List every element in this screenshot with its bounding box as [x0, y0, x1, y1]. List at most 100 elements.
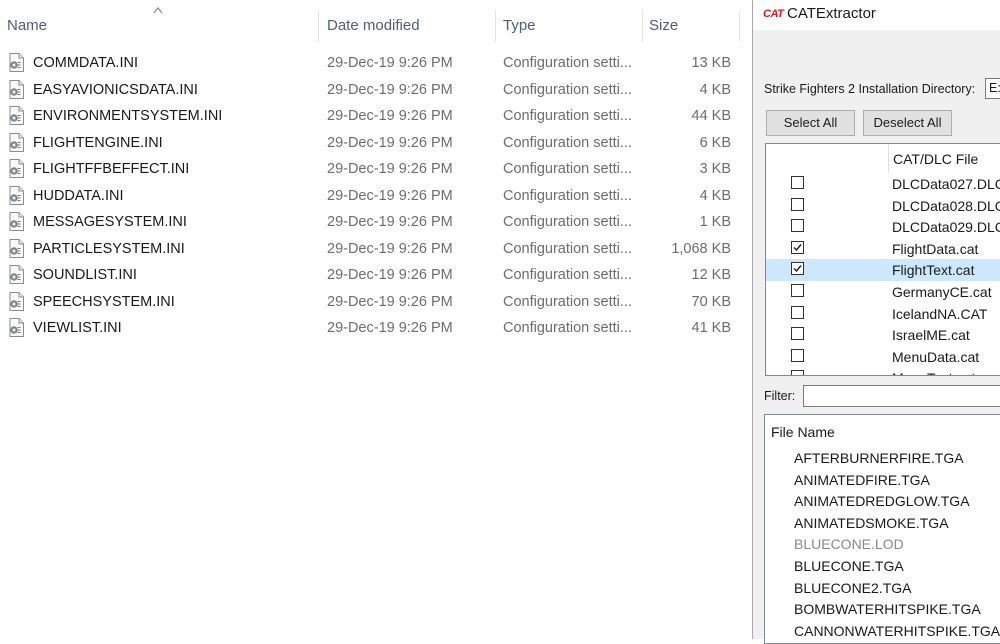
file-list-item[interactable]: BLUECONE.LOD — [794, 536, 904, 552]
catextractor-window: CAT CATExtractor Strike Fighters 2 Insta… — [752, 0, 1000, 644]
file-row[interactable]: HUDDATA.INI 29-Dec-19 9:26 PM Configuratio… — [0, 183, 752, 209]
column-header-name-label: Name — [7, 17, 48, 34]
file-date-modified: 29-Dec-19 9:26 PM — [327, 81, 453, 98]
column-divider[interactable] — [739, 10, 740, 42]
file-list-item[interactable]: AFTERBURNERFIRE.TGA — [794, 450, 964, 466]
file-type: Configuration setti... — [503, 161, 632, 177]
column-header-size[interactable]: Size — [643, 0, 739, 48]
cat-file-row[interactable]: MenuData.cat — [766, 346, 1000, 368]
file-date-modified: 29-Dec-19 9:26 PM — [327, 55, 453, 71]
file-row[interactable]: FLIGHTFFBEFFECT.INI 29-Dec-19 9:26 PM Conf… — [0, 156, 752, 182]
cat-file-list[interactable]: CAT/DLC File DLCData027.DLC DLCData028.DL… — [765, 143, 1000, 376]
filter-label: Filter: — [764, 389, 796, 403]
cat-file-row[interactable]: DLCData027.DLC — [766, 173, 1000, 195]
file-type: Configuration setti... — [503, 293, 632, 310]
file-type: Configuration setti... — [503, 81, 632, 98]
checkbox-unchecked[interactable] — [791, 284, 804, 297]
file-size: 6 KB — [699, 134, 731, 151]
file-date-modified: 29-Dec-19 9:26 PM — [327, 267, 453, 283]
file-type: Configuration setti... — [503, 214, 632, 230]
cat-file-label: DLCData028.DLC — [892, 197, 1000, 214]
checkbox-unchecked[interactable] — [791, 305, 804, 319]
config-file-icon — [8, 53, 25, 72]
file-name: EASYAVIONICSDATA.INI — [33, 81, 198, 98]
file-row[interactable]: MESSAGESYSTEM.INI 29-Dec-19 9:26 PM Config… — [0, 209, 752, 235]
file-date-modified: 29-Dec-19 9:26 PM — [327, 293, 453, 310]
cat-file-row[interactable]: MenuText.cat — [766, 367, 1000, 375]
cat-file-row[interactable]: FlightData.cat — [766, 238, 1000, 260]
file-date-modified: 29-Dec-19 9:26 PM — [327, 240, 453, 257]
file-row[interactable]: EASYAVIONICSDATA.INI 29-Dec-19 9:26 PM Con… — [0, 77, 752, 103]
file-size: 1 KB — [699, 214, 731, 230]
cat-file-label: IsraelME.cat — [892, 327, 970, 344]
install-directory-input[interactable]: E: — [985, 78, 1000, 99]
column-divider[interactable] — [888, 144, 889, 173]
file-type: Configuration setti... — [503, 55, 632, 71]
config-file-icon — [8, 79, 25, 99]
cat-file-label: GermanyCE.cat — [892, 284, 992, 300]
column-header-type[interactable]: Type — [496, 0, 642, 48]
checkbox-unchecked[interactable] — [791, 176, 804, 189]
file-list-item[interactable]: BOMBWATERHITSPIKE.TGA — [794, 601, 981, 617]
file-row[interactable]: VIEWLIST.INI 29-Dec-19 9:26 PM Configurati… — [0, 315, 752, 341]
title-bar[interactable]: CAT CATExtractor — [753, 0, 1000, 30]
cat-file-row[interactable]: DLCData029.DLC — [766, 216, 1000, 238]
deselect-all-button[interactable]: Deselect All — [863, 110, 952, 136]
cat-file-row[interactable]: GermanyCE.cat — [766, 281, 1000, 303]
checkbox-unchecked[interactable] — [791, 327, 804, 341]
file-list-header[interactable]: File Name — [771, 424, 835, 440]
file-type: Configuration setti... — [503, 320, 632, 336]
file-name: SPEECHSYSTEM.INI — [33, 293, 175, 310]
extracted-file-list[interactable]: File Name AFTERBURNERFIRE.TGA ANIMATEDFIR… — [764, 414, 1000, 644]
file-list-item[interactable]: ANIMATEDREDGLOW.TGA — [794, 493, 970, 509]
config-file-icon — [8, 106, 25, 125]
file-row[interactable]: PARTICLESYSTEM.INI 29-Dec-19 9:26 PM Confi… — [0, 236, 752, 262]
cat-file-row[interactable]: IcelandNA.CAT — [766, 303, 1000, 325]
file-row[interactable]: COMMDATA.INI 29-Dec-19 9:26 PM Configurati… — [0, 50, 752, 76]
cat-file-row[interactable]: DLCData028.DLC — [766, 195, 1000, 217]
config-file-icon — [8, 159, 25, 178]
select-all-button[interactable]: Select All — [766, 110, 855, 136]
column-header-name[interactable]: Name — [0, 0, 318, 48]
file-type: Configuration setti... — [503, 134, 632, 151]
config-file-icon — [8, 212, 25, 231]
file-row[interactable]: ENVIRONMENTSYSTEM.INI 29-Dec-19 9:26 PM Co… — [0, 103, 752, 129]
file-row[interactable]: FLIGHTENGINE.INI 29-Dec-19 9:26 PM Configu… — [0, 130, 752, 156]
column-header-date[interactable]: Date modified — [319, 0, 495, 48]
config-file-icon — [8, 265, 25, 284]
file-name: MESSAGESYSTEM.INI — [33, 214, 187, 230]
cat-file-row[interactable]: IsraelME.cat — [766, 324, 1000, 346]
file-list-item[interactable]: ANIMATEDSMOKE.TGA — [794, 515, 949, 531]
config-file-icon — [8, 238, 25, 258]
file-size: 12 KB — [691, 267, 732, 283]
config-file-icon — [8, 318, 25, 337]
cat-file-row[interactable]: FlightText.cat — [766, 259, 1000, 281]
checkbox-checked[interactable] — [791, 240, 804, 254]
file-type: Configuration setti... — [503, 108, 632, 124]
window-title: CATExtractor — [787, 5, 876, 22]
file-list-item[interactable]: CANNONWATERHITSPIKE.TGA — [794, 623, 1000, 639]
file-list-item[interactable]: BLUECONE.TGA — [794, 558, 904, 574]
file-name: VIEWLIST.INI — [33, 320, 122, 336]
file-row[interactable]: SPEECHSYSTEM.INI 29-Dec-19 9:26 PM Configu… — [0, 289, 752, 315]
checkbox-unchecked[interactable] — [791, 348, 804, 362]
column-header-size-label: Size — [649, 17, 679, 34]
column-header-type-label: Type — [503, 17, 536, 34]
filter-input[interactable] — [803, 385, 1000, 407]
cat-list-header-label: CAT/DLC File — [893, 151, 979, 167]
file-list-item[interactable]: BLUECONE2.TGA — [794, 580, 911, 596]
file-name: FLIGHTFFBEFFECT.INI — [33, 161, 190, 177]
file-date-modified: 29-Dec-19 9:26 PM — [327, 161, 453, 177]
file-list-item[interactable]: ANIMATEDFIRE.TGA — [794, 472, 930, 488]
file-name: COMMDATA.INI — [33, 55, 138, 71]
file-type: Configuration setti... — [503, 267, 632, 283]
checkbox-unchecked[interactable] — [791, 219, 804, 233]
checkbox-unchecked[interactable] — [791, 197, 804, 211]
config-file-icon — [8, 291, 25, 311]
file-row[interactable]: SOUNDLIST.INI 29-Dec-19 9:26 PM Configurat… — [0, 262, 752, 288]
cat-file-label: FlightText.cat — [892, 262, 975, 279]
checkbox-unchecked[interactable] — [791, 370, 804, 375]
file-size: 13 KB — [691, 55, 732, 71]
checkbox-checked[interactable] — [791, 262, 804, 276]
cat-list-header[interactable]: CAT/DLC File — [766, 144, 1000, 173]
